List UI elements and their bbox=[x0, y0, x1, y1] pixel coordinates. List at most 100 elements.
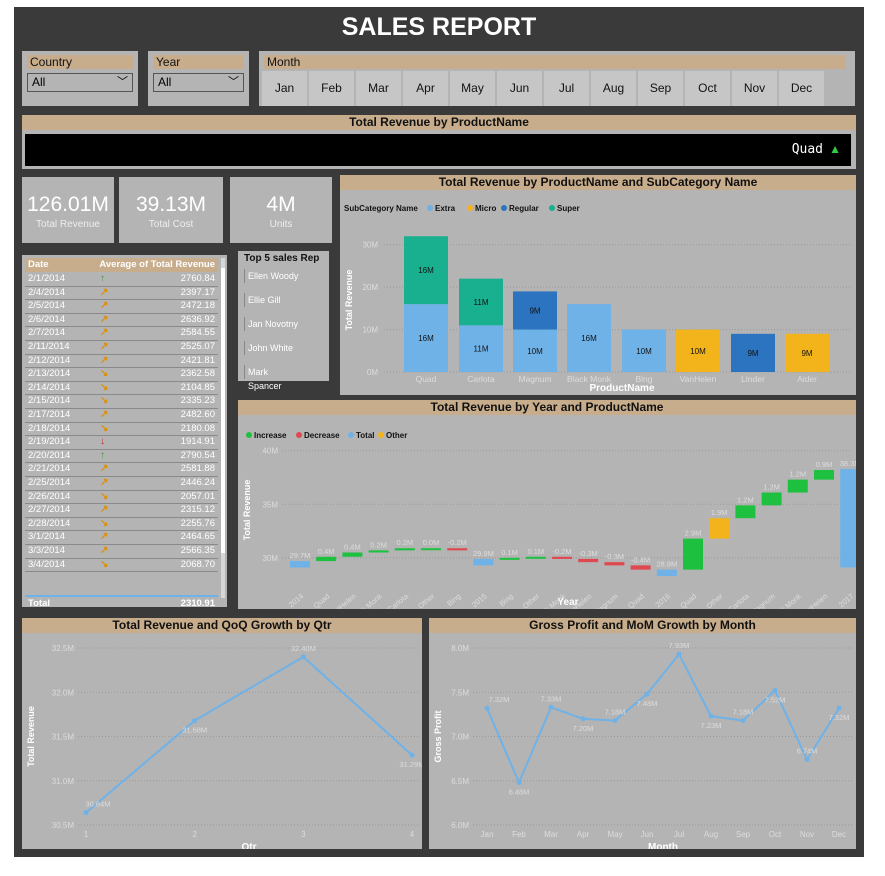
up-right-arrow-icon: ↗ bbox=[100, 341, 109, 352]
year-slicer: Year All ﹀ bbox=[148, 51, 249, 106]
date-header[interactable]: Date bbox=[28, 259, 49, 270]
avg-revenue-header[interactable]: Average of Total Revenue bbox=[99, 259, 215, 270]
x-tick: Carlota bbox=[386, 591, 411, 609]
country-dropdown[interactable]: All ﹀ bbox=[27, 73, 133, 92]
row-value: 2525.07 bbox=[180, 341, 215, 352]
x-tick: Quad bbox=[416, 374, 437, 384]
table-row[interactable]: 2/21/2014 ↗ 2581.88 bbox=[25, 463, 218, 477]
table-row[interactable]: 2/5/2014 ↗ 2472.18 bbox=[25, 300, 218, 314]
data-label: 32.40M bbox=[291, 644, 316, 653]
kpi-units: 4M Units bbox=[230, 177, 332, 243]
scrollbar-thumb[interactable] bbox=[221, 268, 225, 553]
table-row[interactable]: 2/15/2014 ↘ 2335.23 bbox=[25, 395, 218, 409]
kpi-label: Total Revenue bbox=[36, 219, 100, 230]
month-button-jul[interactable]: Jul bbox=[544, 71, 589, 106]
dashboard-frame: SALES REPORT Country All ﹀ Year All ﹀ Mont… bbox=[14, 7, 864, 857]
table-row[interactable]: 2/1/2014 ↑ 2760.84 bbox=[25, 273, 218, 287]
legend-marker bbox=[467, 205, 473, 211]
rep-item[interactable]: Ellen Woody bbox=[244, 269, 304, 283]
table-row[interactable]: 3/3/2014 ↗ 2566.35 bbox=[25, 545, 218, 559]
month-button-aug[interactable]: Aug bbox=[591, 71, 636, 106]
up-right-arrow-icon: ↗ bbox=[100, 327, 109, 339]
legend-item: Regular bbox=[509, 204, 539, 213]
rep-item[interactable]: Jan Novotny bbox=[244, 317, 304, 331]
x-tick: Quad bbox=[626, 592, 646, 609]
bar-increase bbox=[394, 548, 415, 551]
table-row[interactable]: 3/4/2014 ↘ 2068.70 bbox=[25, 559, 218, 573]
table-row[interactable]: 2/17/2014 ↗ 2482.60 bbox=[25, 409, 218, 423]
chart-svg: SubCategory Name Extra Micro Regular Super 0M… bbox=[344, 204, 850, 394]
row-date: 2/6/2014 bbox=[28, 313, 65, 325]
month-button-jan[interactable]: Jan bbox=[262, 71, 307, 106]
rep-item[interactable]: John White bbox=[244, 341, 304, 355]
bar-decrease bbox=[630, 565, 651, 570]
up-right-arrow-icon: ↗ bbox=[100, 477, 109, 488]
row-value: 2482.60 bbox=[180, 409, 215, 420]
row-date: 2/1/2014 bbox=[28, 273, 65, 284]
table-row[interactable]: 2/11/2014 ↗ 2525.07 bbox=[25, 341, 218, 355]
legend-item: Extra bbox=[435, 204, 456, 213]
bar-increase bbox=[421, 548, 441, 551]
x-tick: Magnum bbox=[518, 374, 551, 384]
month-button-mar[interactable]: Mar bbox=[356, 71, 401, 106]
up-right-arrow-icon: ↗ bbox=[100, 354, 109, 366]
month-button-dec[interactable]: Dec bbox=[779, 71, 824, 106]
x-axis-label: Qtr bbox=[242, 842, 257, 849]
y-tick: 31.0M bbox=[52, 777, 75, 786]
x-tick: Quad bbox=[312, 592, 332, 609]
month-button-jun[interactable]: Jun bbox=[497, 71, 542, 106]
y-tick: 10M bbox=[362, 326, 378, 335]
table-row[interactable]: 2/13/2014 ↘ 2362.58 bbox=[25, 368, 218, 382]
table-row[interactable]: 3/1/2014 ↗ 2464.65 bbox=[25, 531, 218, 545]
bar-increase bbox=[761, 492, 782, 506]
kpi-total-revenue: 126.01M Total Revenue bbox=[22, 177, 114, 243]
data-label: 2.9M bbox=[685, 529, 702, 538]
month-button-apr[interactable]: Apr bbox=[403, 71, 448, 106]
legend-marker bbox=[296, 432, 302, 438]
table-row[interactable]: 2/25/2014 ↗ 2446.24 bbox=[25, 477, 218, 491]
table-row[interactable]: 2/4/2014 ↗ 2397.17 bbox=[25, 287, 218, 301]
table-row[interactable]: 2/12/2014 ↗ 2421.81 bbox=[25, 355, 218, 369]
month-button-nov[interactable]: Nov bbox=[732, 71, 777, 106]
down-right-arrow-icon: ↘ bbox=[100, 558, 109, 570]
x-tick: Aider bbox=[797, 374, 817, 384]
kpi-label: Total Cost bbox=[148, 219, 194, 230]
y-tick: 30M bbox=[262, 554, 278, 563]
data-label: 0.9M bbox=[816, 460, 833, 469]
table-row[interactable]: 2/27/2014 ↗ 2315.12 bbox=[25, 504, 218, 518]
x-tick: Feb bbox=[512, 830, 526, 839]
month-button-sep[interactable]: Sep bbox=[638, 71, 683, 106]
chart-title: Gross Profit and MoM Growth by Month bbox=[429, 618, 856, 633]
row-date: 2/19/2014 bbox=[28, 436, 71, 448]
month-button-feb[interactable]: Feb bbox=[309, 71, 354, 106]
data-label: 7.18M bbox=[605, 708, 626, 717]
row-date: 2/26/2014 bbox=[28, 490, 71, 502]
up-arrow-icon: ↑ bbox=[100, 273, 105, 284]
table-row[interactable]: 2/18/2014 ↘ 2180.08 bbox=[25, 423, 218, 437]
data-label: 1.2M bbox=[737, 495, 754, 504]
down-right-arrow-icon: ↘ bbox=[100, 490, 109, 502]
month-button-may[interactable]: May bbox=[450, 71, 495, 106]
data-label: 7.23M bbox=[701, 721, 722, 730]
data-point bbox=[192, 718, 198, 724]
up-right-arrow-icon: ↗ bbox=[100, 463, 109, 475]
data-label: 0.0M bbox=[423, 538, 440, 547]
table-row[interactable]: 2/19/2014 ↓ 1914.91 bbox=[25, 436, 218, 450]
rep-item[interactable]: Ellie Gill bbox=[244, 293, 304, 307]
table-row[interactable]: 2/20/2014 ↑ 2790.54 bbox=[25, 450, 218, 464]
bar-increase bbox=[787, 479, 808, 493]
data-label: 31.29M bbox=[399, 760, 422, 769]
month-button-oct[interactable]: Oct bbox=[685, 71, 730, 106]
rep-item[interactable]: Mark Spancer bbox=[244, 365, 304, 391]
scrollbar[interactable] bbox=[221, 258, 225, 598]
table-row[interactable]: 2/26/2014 ↘ 2057.01 bbox=[25, 491, 218, 505]
table-row[interactable]: 2/28/2014 ↘ 2255.76 bbox=[25, 518, 218, 532]
legend-item: Decrease bbox=[304, 431, 340, 440]
table-row[interactable]: 2/6/2014 ↗ 2636.92 bbox=[25, 314, 218, 328]
table-total-row: Total 2310.91 bbox=[25, 595, 218, 609]
table-row[interactable]: 2/14/2014 ↘ 2104.85 bbox=[25, 382, 218, 396]
table-row[interactable]: 2/7/2014 ↗ 2584.55 bbox=[25, 327, 218, 341]
year-dropdown[interactable]: All ﹀ bbox=[153, 73, 244, 92]
down-right-arrow-icon: ↘ bbox=[100, 517, 109, 529]
data-label: 31.68M bbox=[182, 726, 207, 735]
